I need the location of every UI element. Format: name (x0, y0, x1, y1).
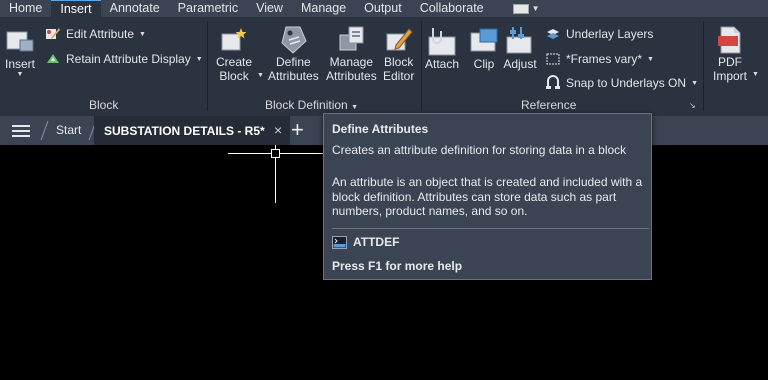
chevron-down-icon: ▼ (691, 79, 698, 87)
crosshair-pickbox (271, 149, 280, 158)
tab-collaborate[interactable]: Collaborate (411, 0, 493, 17)
insert-button[interactable]: Insert ▼ (4, 27, 36, 78)
manage-attributes-button[interactable]: Manage Attributes (326, 25, 377, 83)
new-tab-plus-icon[interactable]: + (291, 118, 304, 142)
tab-view[interactable]: View (247, 0, 292, 17)
pdf-icon (718, 26, 741, 54)
chevron-down-icon: ▼ (351, 104, 358, 111)
command-name: ATTDEF (353, 235, 400, 249)
tooltip-title: Define Attributes (332, 122, 429, 136)
retain-attribute-display-button[interactable]: Retain Attribute Display ▼ (45, 51, 203, 67)
block-editor-button[interactable]: Block Editor (383, 25, 414, 83)
reference-panel-title: Reference (521, 98, 577, 112)
panel-launcher-icon[interactable]: ↘ (689, 101, 696, 110)
snap-icon (546, 75, 560, 89)
attach-icon (428, 28, 456, 56)
tab-insert[interactable]: Insert (51, 0, 101, 17)
clip-button[interactable]: Clip (467, 25, 501, 71)
frames-vary-dropdown[interactable]: *Frames vary* ▼ (545, 51, 654, 67)
chevron-down-icon: ▼ (195, 55, 203, 63)
tab-home[interactable]: Home (0, 0, 51, 17)
block-editor-icon (386, 28, 413, 51)
tab-output[interactable]: Output (355, 0, 411, 17)
chevron-down-icon: ▼ (139, 30, 146, 38)
create-block-button[interactable]: Create Block (216, 25, 252, 83)
tooltip-help: Press F1 for more help (332, 259, 463, 273)
block-definition-panel-title[interactable]: Block Definition ▼ (265, 98, 358, 112)
drawing-tab-label: SUBSTATION DETAILS - R5* (104, 124, 265, 138)
edit-attribute-icon (46, 28, 60, 39)
insert-block-icon (6, 31, 34, 52)
clip-icon (470, 28, 498, 52)
tab-active-drawing[interactable]: SUBSTATION DETAILS - R5* × (94, 116, 291, 145)
adjust-button[interactable]: Adjust (503, 25, 537, 71)
menu-tab-bar: Home Insert Annotate Parametric View Man… (0, 0, 768, 17)
create-block-icon (221, 28, 247, 51)
command-line-icon (332, 235, 347, 249)
retain-attribute-icon (47, 54, 59, 63)
close-icon[interactable]: × (274, 122, 282, 138)
tab-parametric[interactable]: Parametric (169, 0, 247, 17)
attach-button[interactable]: Attach (425, 25, 459, 71)
layers-icon (547, 29, 559, 39)
ribbon: Insert ▼ Edit Attribute ▼ Retain Attribu… (0, 17, 768, 116)
tooltip-divider (332, 228, 649, 229)
adjust-icon (506, 27, 532, 54)
tab-separator (40, 121, 49, 140)
tooltip-body: An attribute is an object that is create… (332, 175, 643, 218)
edit-attribute-button[interactable]: Edit Attribute ▼ (45, 26, 146, 42)
block-panel-title: Block (89, 98, 119, 112)
tab-manage[interactable]: Manage (292, 0, 355, 17)
define-attributes-button[interactable]: Define Attributes (268, 25, 319, 83)
chevron-down-icon[interactable]: ▼ (257, 72, 264, 79)
snap-to-underlays-dropdown[interactable]: Snap to Underlays ON ▼ (545, 75, 698, 91)
panel-divider (703, 21, 704, 111)
hamburger-menu-icon[interactable] (12, 125, 30, 137)
tooltip-command: ATTDEF (332, 235, 399, 249)
chevron-down-icon[interactable]: ▼ (752, 71, 759, 78)
chevron-down-icon: ▼ (647, 55, 654, 63)
chevron-down-icon: ▼ (16, 71, 24, 78)
frame-icon (546, 53, 560, 65)
underlay-layers-button[interactable]: Underlay Layers (545, 26, 653, 42)
panel-divider (207, 21, 208, 111)
panel-toggle-icon (512, 3, 529, 14)
define-attributes-tooltip: Define Attributes Creates an attribute d… (323, 113, 652, 280)
ribbon-display-toggle[interactable]: ▼ (512, 3, 540, 14)
chevron-down-icon: ▼ (531, 4, 540, 13)
tooltip-description: Creates an attribute definition for stor… (332, 143, 627, 157)
tab-start[interactable]: Start (56, 116, 81, 145)
pdf-import-button[interactable]: PDF Import (713, 25, 747, 83)
attribute-tag-icon (281, 26, 307, 54)
manage-attributes-icon (339, 26, 364, 51)
panel-divider (421, 21, 422, 111)
tab-annotate[interactable]: Annotate (101, 0, 169, 17)
